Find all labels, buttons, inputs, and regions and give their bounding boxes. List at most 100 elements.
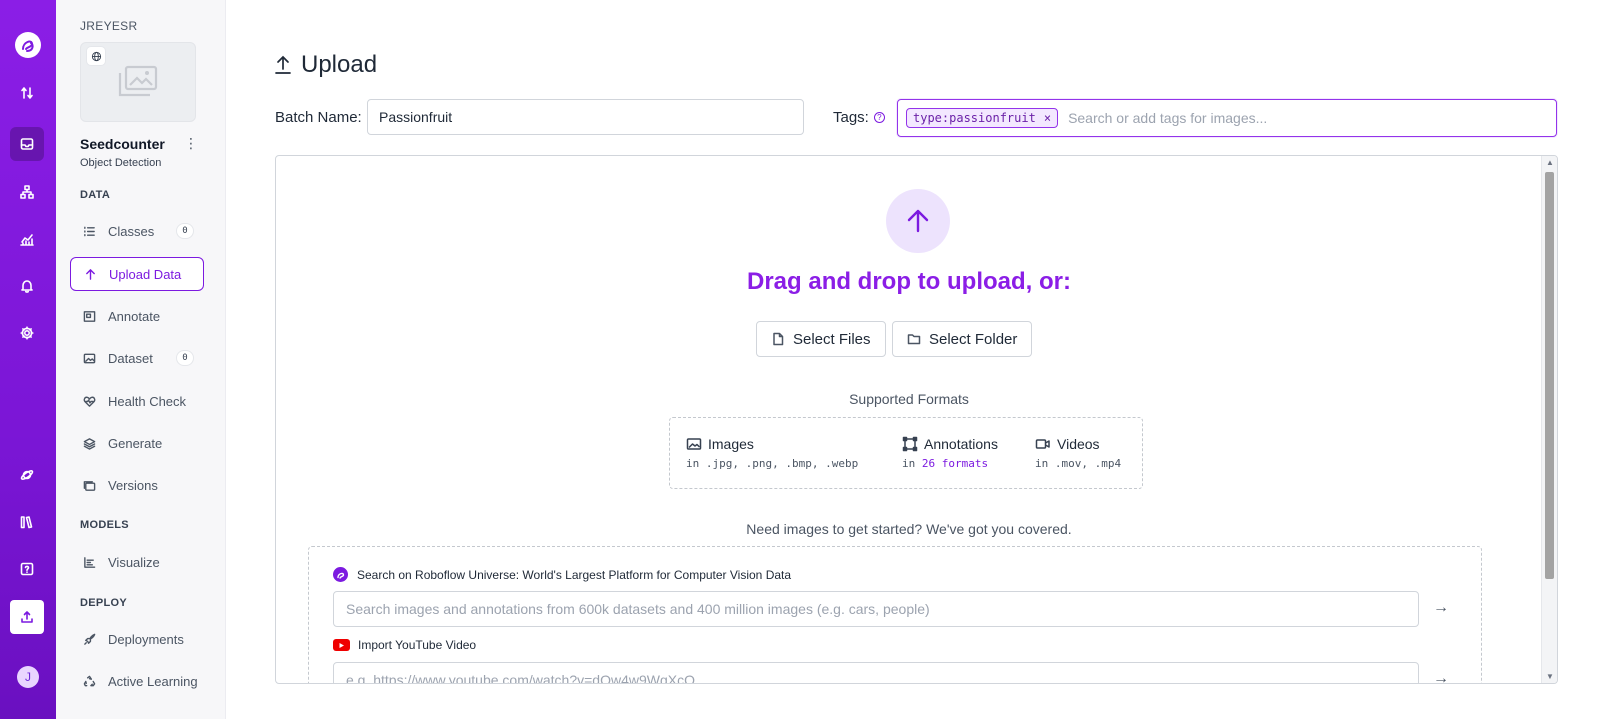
sidebar-item-label: Visualize [108, 554, 160, 570]
sidebar-item-versions[interactable]: Versions [70, 468, 204, 502]
remove-tag-icon[interactable]: × [1044, 111, 1051, 125]
bounding-box-icon [902, 436, 918, 452]
sidebar-item-label: Deployments [108, 631, 184, 647]
chart-icon[interactable] [10, 222, 44, 256]
sidebar-item-active-learning[interactable]: Active Learning [70, 664, 204, 698]
format-images-title: Images [708, 436, 754, 452]
supported-formats-box: Images in .jpg, .png, .bmp, .webp Annota… [669, 417, 1143, 489]
format-videos: Videos in .mov, .mp4 [1035, 436, 1121, 470]
inbox-icon[interactable] [10, 127, 44, 161]
tags-input[interactable] [1068, 110, 1469, 126]
scroll-thumb[interactable] [1545, 172, 1554, 579]
sidebar-item-upload-data[interactable]: Upload Data [70, 257, 204, 291]
avatar[interactable]: J [17, 666, 39, 688]
main-content: Upload Batch Name: Tags: ? type:passionf… [226, 0, 1600, 719]
project-sidebar: JREYESR Seedcounter ⋮ Object Detection D… [56, 0, 226, 719]
help-icon[interactable] [10, 552, 44, 586]
youtube-title-text: Import YouTube Video [358, 638, 477, 652]
format-annotations-prefix: in [902, 457, 916, 470]
transfer-icon[interactable] [10, 76, 44, 110]
sidebar-item-annotate[interactable]: Annotate [70, 299, 204, 333]
bars-icon [82, 555, 96, 569]
annotation-formats-link[interactable]: 26 formats [922, 457, 988, 470]
format-annotations: Annotations in 26 formats [902, 436, 998, 470]
select-folder-label: Select Folder [929, 330, 1018, 348]
arrow-right-icon[interactable]: → [1433, 670, 1449, 683]
format-images-sub: in .jpg, .png, .bmp, .webp [686, 457, 859, 470]
youtube-url-input[interactable] [333, 662, 1419, 683]
project-thumbnail[interactable] [80, 42, 196, 122]
workspace-name[interactable]: JREYESR [80, 19, 137, 33]
arrow-right-icon[interactable]: → [1433, 599, 1449, 617]
select-files-label: Select Files [793, 330, 871, 348]
section-data: DATA [80, 189, 111, 201]
layers-icon [82, 436, 96, 450]
sidebar-item-dataset[interactable]: Dataset 0 [70, 341, 204, 375]
format-videos-title: Videos [1057, 436, 1100, 452]
more-options-icon[interactable]: ⋮ [184, 135, 198, 152]
format-videos-sub: in .mov, .mp4 [1035, 457, 1122, 470]
help-icon[interactable]: ? [873, 112, 885, 123]
list-icon [82, 224, 96, 238]
tag-chip-label: type:passionfruit [913, 111, 1036, 125]
upload-dropzone[interactable]: Drag and drop to upload, or: Select File… [275, 155, 1558, 684]
count-badge: 0 [176, 223, 194, 239]
sidebar-item-health-check[interactable]: Health Check [70, 384, 204, 418]
sidebar-item-label: Versions [108, 477, 158, 493]
bell-icon[interactable] [10, 269, 44, 303]
sitemap-icon[interactable] [10, 175, 44, 209]
image-placeholder-icon [118, 65, 158, 97]
sidebar-item-label: Annotate [108, 308, 161, 324]
sidebar-item-label: Generate [108, 435, 163, 451]
scroll-up-icon[interactable]: ▲ [1546, 158, 1554, 167]
heart-pulse-icon [82, 394, 96, 408]
sidebar-item-label: Upload Data [109, 266, 182, 282]
upload-icon [275, 55, 291, 74]
sidebar-item-generate[interactable]: Generate [70, 426, 204, 460]
select-folder-button[interactable]: Select Folder [892, 321, 1033, 357]
batch-name-input[interactable] [367, 99, 804, 135]
image-icon [82, 351, 96, 365]
image-sources-panel: Search on Roboflow Universe: World's Lar… [308, 546, 1482, 683]
scrollbar[interactable]: ▲ ▼ [1541, 156, 1557, 683]
globe-icon [87, 47, 105, 65]
annotate-icon [82, 309, 96, 323]
tag-chip: type:passionfruit × [906, 108, 1059, 128]
need-images-text: Need images to get started? We've got yo… [746, 521, 1072, 537]
folder-icon [907, 334, 921, 345]
select-files-button[interactable]: Select Files [756, 321, 886, 357]
page-title: Upload [274, 51, 377, 79]
roboflow-logo-icon[interactable] [15, 32, 41, 58]
video-icon [1035, 439, 1050, 449]
sidebar-item-deployments[interactable]: Deployments [70, 622, 204, 656]
universe-search-input[interactable] [333, 591, 1419, 627]
batch-name-label: Batch Name: [275, 109, 362, 126]
sidebar-item-classes[interactable]: Classes 0 [70, 214, 204, 248]
books-icon[interactable] [10, 505, 44, 539]
page-title-text: Upload [301, 51, 378, 78]
youtube-title: Import YouTube Video [333, 638, 476, 652]
tags-field[interactable]: type:passionfruit × [897, 99, 1557, 137]
format-images: Images in .jpg, .png, .bmp, .webp [686, 436, 858, 470]
supported-formats-label: Supported Formats [849, 391, 969, 407]
upload-icon[interactable] [10, 600, 44, 634]
arrow-up-icon [83, 267, 97, 281]
app-rail: J [0, 0, 56, 719]
project-type: Object Detection [80, 157, 162, 169]
tags-label: Tags: ? [833, 109, 885, 126]
universe-title: Search on Roboflow Universe: World's Lar… [333, 567, 791, 582]
sidebar-item-label: Health Check [108, 393, 187, 409]
gear-icon[interactable] [10, 316, 44, 350]
sidebar-item-label: Dataset [108, 350, 153, 366]
sidebar-item-visualize[interactable]: Visualize [70, 545, 204, 579]
format-annotations-title: Annotations [924, 436, 998, 452]
sidebar-item-label: Classes [108, 223, 155, 239]
scroll-down-icon[interactable]: ▼ [1546, 672, 1554, 681]
tags-label-text: Tags: [833, 109, 869, 126]
section-deploy: DEPLOY [80, 597, 128, 609]
youtube-icon [333, 639, 350, 651]
roboflow-universe-icon [333, 567, 348, 582]
planet-icon[interactable] [10, 458, 44, 492]
stack-icon [82, 478, 96, 492]
upload-arrow-icon [886, 189, 950, 253]
